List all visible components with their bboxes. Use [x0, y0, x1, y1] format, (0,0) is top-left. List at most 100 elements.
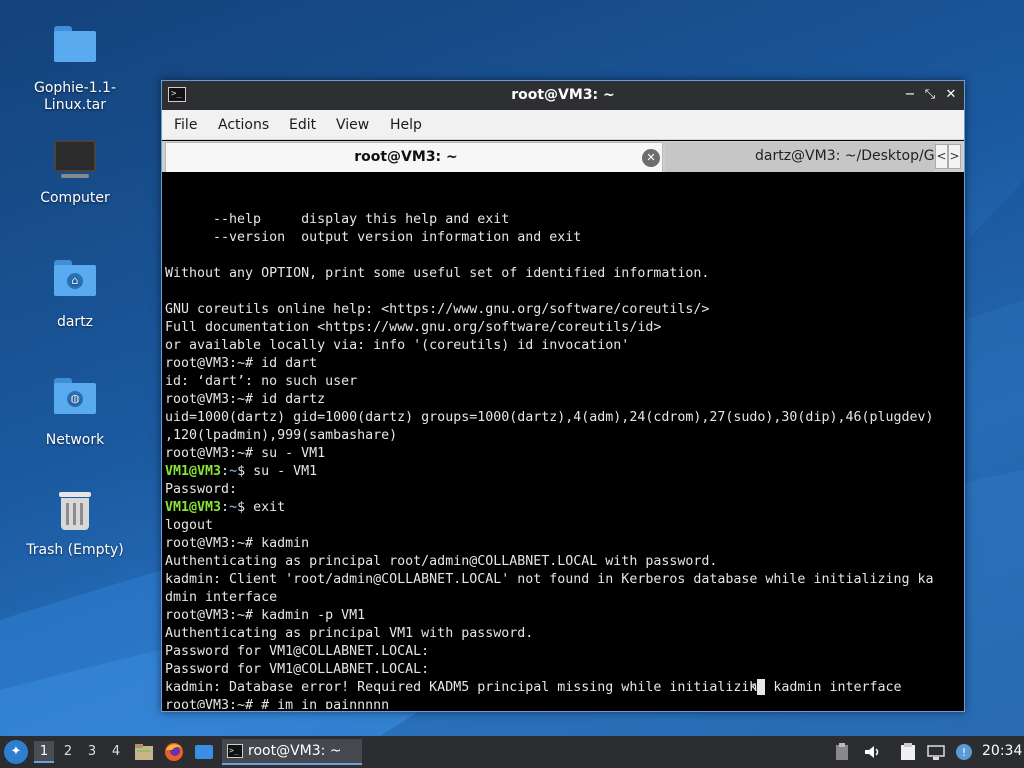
maximize-button[interactable]: ⤡: [920, 85, 940, 105]
terminal-line: Password for VM1@COLLABNET.LOCAL:: [165, 643, 961, 661]
terminal-text: ,120(lpadmin),999(sambashare): [165, 428, 398, 443]
desktop-icon-home[interactable]: ⌂ dartz: [20, 254, 130, 331]
terminal-output[interactable]: --help display this help and exit --vers…: [165, 175, 961, 709]
terminal-text: kadmin: Database error! Required KADM5 p…: [165, 680, 902, 695]
terminal-text: :: [221, 500, 230, 515]
terminal-line: VM1@VM3:~$ exit: [165, 499, 961, 517]
desktop-icon-label: Trash (Empty): [26, 542, 124, 558]
terminal-text: ~: [229, 464, 238, 479]
terminal-line: kadmin: Client 'root/admin@COLLABNET.LOC…: [165, 571, 961, 589]
firefox-icon[interactable]: [163, 741, 185, 763]
terminal-task-icon: >_: [227, 744, 243, 758]
start-menu-icon[interactable]: ✦: [4, 740, 28, 764]
window-titlebar[interactable]: >_ root@VM3: ~ − ⤡ ✕: [162, 81, 964, 110]
terminal-line: or available locally via: info '(coreuti…: [165, 337, 961, 355]
terminal-line: logout: [165, 517, 961, 535]
terminal-text: root@VM3:~# # im in painnnnn: [165, 698, 390, 709]
terminal-text: Authenticating as principal root/admin@C…: [165, 554, 718, 569]
stray-character: k: [749, 680, 758, 695]
folder-icon: [54, 26, 96, 62]
terminal-text: uid=1000(dartz) gid=1000(dartz) groups=1…: [165, 410, 934, 425]
terminal-line: Authenticating as principal root/admin@C…: [165, 553, 961, 571]
workspace-4[interactable]: 4: [106, 741, 126, 763]
terminal-text: Authenticating as principal VM1 with pas…: [165, 626, 534, 641]
desktop-icon-label: dartz: [56, 314, 94, 330]
terminal-text: $ exit: [237, 500, 286, 515]
desktop-icon-network[interactable]: ◍ Network: [20, 372, 130, 449]
terminal-text: :: [221, 464, 230, 479]
tab-scroll-left-icon[interactable]: <: [935, 144, 948, 169]
menu-help[interactable]: Help: [390, 117, 422, 133]
update-notifier-icon[interactable]: !: [954, 742, 974, 762]
terminal-line: root@VM3:~# id dartz: [165, 391, 961, 409]
terminal-text: root@VM3:~# id dartz: [165, 392, 326, 407]
terminal-text: Password:: [165, 482, 238, 497]
terminal-line: Password for VM1@COLLABNET.LOCAL:: [165, 661, 961, 679]
terminal-line: ,120(lpadmin),999(sambashare): [165, 427, 961, 445]
tab-scroll-right-icon[interactable]: >: [948, 144, 961, 169]
terminal-line: root@VM3:~# kadmin -p VM1: [165, 607, 961, 625]
terminal-line: --help display this help and exit: [165, 211, 961, 229]
terminal-line: GNU coreutils online help: <https://www.…: [165, 301, 961, 319]
tab-label: dartz@VM3: ~/Desktop/Go: [755, 148, 935, 164]
desktop-icon-trash[interactable]: Trash (Empty): [20, 488, 130, 559]
menu-file[interactable]: File: [174, 117, 197, 133]
desktop-icon-gophie[interactable]: Gophie-1.1-Linux.tar: [20, 20, 130, 114]
svg-text:!: !: [962, 746, 966, 759]
tab-label: root@VM3: ~: [354, 149, 458, 165]
workspace-2[interactable]: 2: [58, 741, 78, 763]
terminal-text: VM1@VM3: [165, 464, 222, 479]
terminal-line: Without any OPTION, print some useful se…: [165, 265, 961, 283]
terminal-text: Without any OPTION, print some useful se…: [165, 266, 710, 281]
terminal-text: or available locally via: info '(coreuti…: [165, 338, 630, 353]
trash-icon: [51, 488, 99, 536]
terminal-line: root@VM3:~# su - VM1: [165, 445, 961, 463]
terminal-line: kadmin: Database error! Required KADM5 p…: [165, 679, 961, 697]
terminal-line: Authenticating as principal VM1 with pas…: [165, 625, 961, 643]
terminal-window[interactable]: >_ root@VM3: ~ − ⤡ ✕ File Actions Edit V…: [161, 80, 965, 712]
menu-view[interactable]: View: [336, 117, 369, 133]
desktop-icon-computer[interactable]: Computer: [20, 136, 130, 207]
terminal-line: uid=1000(dartz) gid=1000(dartz) groups=1…: [165, 409, 961, 427]
minimize-button[interactable]: −: [900, 85, 920, 105]
notes-icon[interactable]: [898, 742, 918, 762]
tab-close-icon[interactable]: ✕: [642, 149, 660, 167]
network-status-icon[interactable]: [926, 742, 946, 762]
terminal-text: root@VM3:~# kadmin -p VM1: [165, 608, 366, 623]
tab-bar: root@VM3: ~ ✕ dartz@VM3: ~/Desktop/Go < …: [162, 141, 964, 172]
terminal-line: Password:: [165, 481, 961, 499]
terminal-line: VM1@VM3:~$ su - VM1: [165, 463, 961, 481]
menu-bar: File Actions Edit View Help: [162, 110, 964, 140]
terminal-text: --version output version information and…: [165, 230, 582, 245]
tab-root[interactable]: root@VM3: ~ ✕: [165, 142, 663, 172]
terminal-text: id: ‘dart’: no such user: [165, 374, 358, 389]
desktop-icon-label: Computer: [40, 190, 110, 206]
workspace-3[interactable]: 3: [82, 741, 102, 763]
menu-actions[interactable]: Actions: [218, 117, 269, 133]
terminal-text: VM1@VM3: [165, 500, 222, 515]
clipboard-icon[interactable]: [832, 742, 852, 762]
desktop-icon-label: Gophie-1.1-Linux.tar: [33, 80, 117, 113]
close-button[interactable]: ✕: [941, 85, 961, 105]
terminal-cursor: [757, 679, 765, 695]
terminal-text: Password for VM1@COLLABNET.LOCAL:: [165, 644, 430, 659]
terminal-text: Full documentation <https://www.gnu.org/…: [165, 320, 662, 335]
terminal-line: dmin interface: [165, 589, 961, 607]
volume-icon[interactable]: [862, 742, 882, 762]
window-title: root@VM3: ~: [511, 87, 615, 103]
terminal-line: id: ‘dart’: no such user: [165, 373, 961, 391]
menu-edit[interactable]: Edit: [289, 117, 316, 133]
terminal-text: root@VM3:~# kadmin: [165, 536, 310, 551]
workspace-1[interactable]: 1: [34, 741, 54, 763]
show-desktop-icon[interactable]: [193, 741, 215, 763]
clock: 20:34: [982, 743, 1023, 759]
terminal-line: root@VM3:~# id dart: [165, 355, 961, 373]
terminal-line: root@VM3:~# kadmin: [165, 535, 961, 553]
tab-dartz[interactable]: dartz@VM3: ~/Desktop/Go: [665, 142, 935, 172]
taskbar-task-terminal[interactable]: >_ root@VM3: ~: [222, 739, 362, 765]
terminal-text: root@VM3:~# id dart: [165, 356, 318, 371]
file-manager-icon[interactable]: [133, 741, 155, 763]
terminal-text: $ su - VM1: [237, 464, 318, 479]
